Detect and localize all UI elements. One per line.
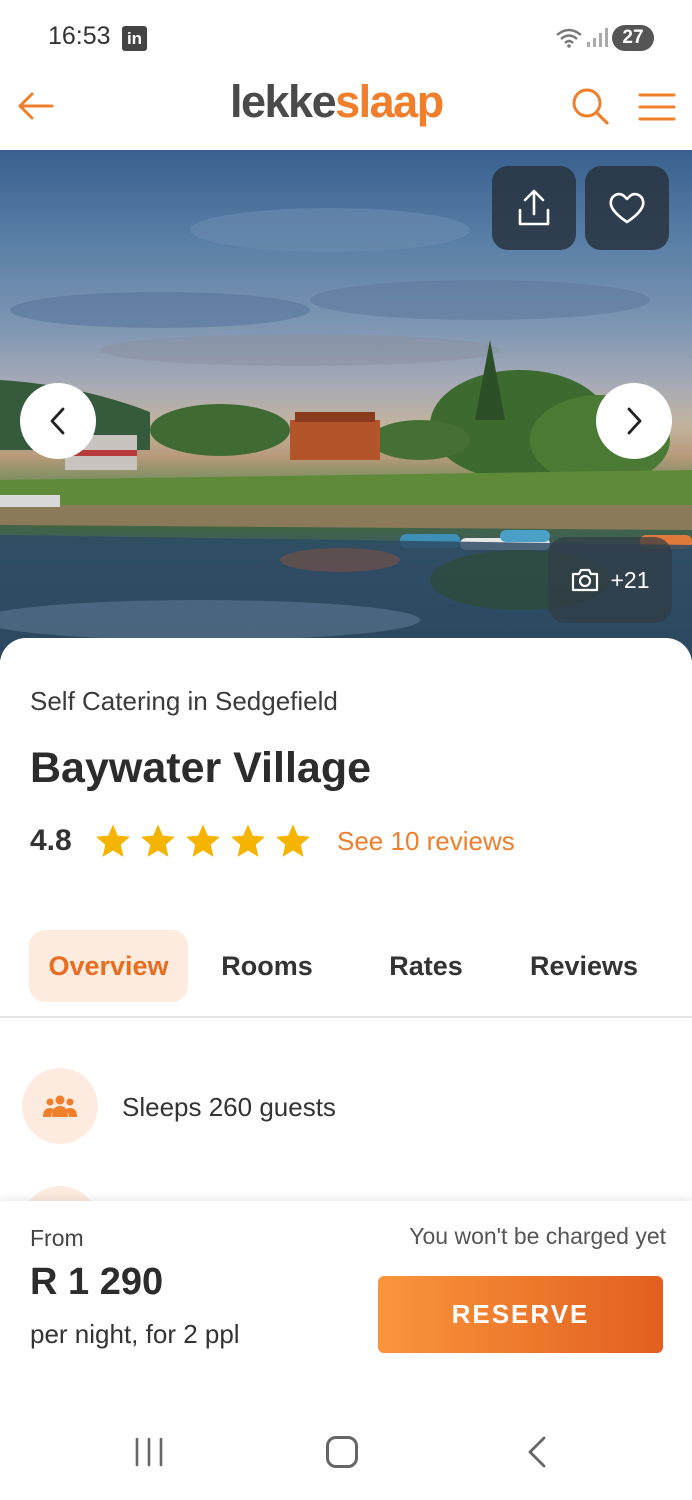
star-icon bbox=[231, 824, 265, 857]
chevron-right-icon bbox=[627, 407, 642, 435]
tab-rates[interactable]: Rates bbox=[356, 930, 496, 1002]
favorite-button[interactable] bbox=[585, 166, 669, 250]
star-icon bbox=[186, 824, 220, 857]
search-icon bbox=[572, 88, 609, 125]
photo-gallery-button[interactable]: +21 bbox=[548, 537, 672, 623]
reserve-button[interactable]: RESERVE bbox=[378, 1276, 663, 1353]
star-icon bbox=[276, 824, 310, 857]
wifi-icon bbox=[556, 28, 582, 48]
amenity-item: Sleeps 260 guests bbox=[22, 1068, 662, 1148]
tab-reviews[interactable]: Reviews bbox=[510, 930, 658, 1002]
photo-count-label: +21 bbox=[610, 566, 650, 593]
listing-title: Baywater Village bbox=[30, 744, 371, 792]
booking-bar: From R 1 290 per night, for 2 ppl You wo… bbox=[0, 1201, 692, 1401]
share-button[interactable] bbox=[492, 166, 576, 250]
heart-icon bbox=[609, 192, 645, 224]
status-bar: 16:53 in 27 bbox=[0, 0, 692, 76]
previous-photo-button[interactable] bbox=[20, 383, 96, 459]
price-value: R 1 290 bbox=[30, 1261, 164, 1303]
next-photo-button[interactable] bbox=[596, 383, 672, 459]
price-from-label: From bbox=[30, 1225, 84, 1251]
search-button[interactable] bbox=[568, 84, 612, 128]
home-icon[interactable] bbox=[326, 1436, 358, 1468]
linkedin-icon: in bbox=[122, 26, 147, 51]
users-group-icon bbox=[22, 1068, 98, 1144]
battery-indicator: 27 bbox=[612, 25, 654, 51]
tab-overview[interactable]: Overview bbox=[29, 930, 188, 1002]
logo-text-part2: slaap bbox=[335, 76, 444, 127]
logo-text-part1: lekke bbox=[230, 76, 337, 127]
no-charge-note: You won't be charged yet bbox=[409, 1223, 666, 1249]
camera-icon bbox=[572, 568, 599, 592]
app-header: lekkeslaap bbox=[0, 76, 692, 150]
hamburger-menu-icon bbox=[638, 93, 676, 121]
hero-photo-carousel[interactable]: +21 bbox=[0, 150, 692, 660]
signal-icon bbox=[587, 28, 608, 47]
rating-stars bbox=[94, 822, 312, 862]
share-icon bbox=[518, 189, 550, 226]
amenity-label: Sleeps 260 guests bbox=[122, 1092, 336, 1122]
price-unit-label: per night, for 2 ppl bbox=[30, 1319, 240, 1349]
lekkeslaap-logo[interactable]: lekkeslaap bbox=[230, 76, 444, 128]
arrow-left-icon bbox=[18, 92, 54, 120]
menu-button[interactable] bbox=[636, 84, 678, 128]
system-nav-bar bbox=[0, 1401, 692, 1500]
listing-details-card: Self Catering in Sedgefield Baywater Vil… bbox=[0, 638, 692, 1262]
star-icon bbox=[96, 824, 130, 857]
star-icon bbox=[141, 824, 175, 857]
see-reviews-link[interactable]: See 10 reviews bbox=[337, 826, 515, 857]
back-button[interactable] bbox=[14, 84, 58, 128]
back-nav-icon[interactable] bbox=[524, 1435, 550, 1469]
tab-rooms[interactable]: Rooms bbox=[196, 930, 338, 1002]
listing-tabs: Overview Rooms Rates Reviews bbox=[0, 930, 692, 1018]
status-time: 16:53 bbox=[48, 22, 111, 50]
rating-score: 4.8 bbox=[30, 824, 72, 857]
recent-apps-icon[interactable] bbox=[130, 1437, 168, 1467]
chevron-left-icon bbox=[50, 407, 65, 435]
listing-category: Self Catering in Sedgefield bbox=[30, 686, 338, 716]
